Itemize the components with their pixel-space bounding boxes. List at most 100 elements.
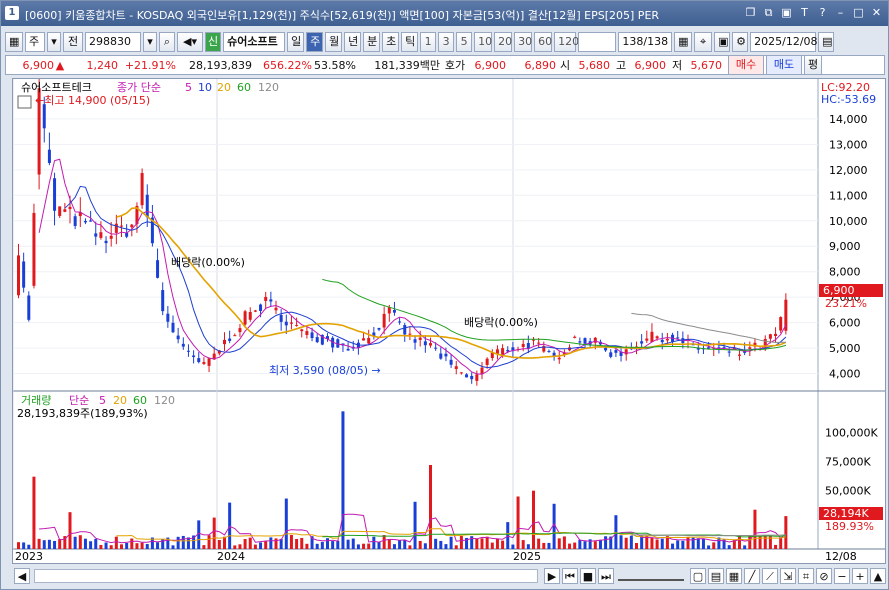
chart-area[interactable]: 14,000 13,000 12,000 11,000 10,000 9,000 8,000… bbox=[12, 67, 886, 564]
candle bbox=[532, 339, 535, 341]
candle bbox=[768, 334, 772, 339]
tab-month[interactable]: 월 bbox=[325, 32, 343, 52]
period-dropdown-icon[interactable]: ▾ bbox=[47, 32, 61, 52]
scroll-right-icon[interactable]: ▶ bbox=[544, 568, 560, 584]
lock-icon[interactable]: ▣ bbox=[779, 5, 794, 20]
volume-ratio: 656.22% bbox=[263, 58, 312, 72]
stop-icon[interactable]: ■ bbox=[580, 568, 596, 584]
ma60-label: 60 bbox=[237, 81, 251, 94]
tab-minute[interactable]: 분 bbox=[363, 32, 381, 52]
volume-bar bbox=[681, 540, 685, 549]
volume-bar bbox=[408, 545, 412, 549]
sell-button[interactable]: 매도 bbox=[766, 55, 802, 75]
crosshair-icon[interactable]: ⌖ bbox=[694, 32, 713, 52]
volume-bar bbox=[99, 544, 103, 549]
interval-120[interactable]: 120 bbox=[554, 32, 579, 52]
scroll-left-icon[interactable]: ◀ bbox=[14, 568, 30, 584]
minimize-icon[interactable]: – bbox=[833, 5, 848, 20]
interval-20[interactable]: 20 bbox=[494, 32, 513, 52]
buy-button[interactable]: 매수 bbox=[728, 55, 764, 75]
eval-button[interactable]: 평 bbox=[804, 55, 822, 75]
volume-bar bbox=[676, 540, 680, 549]
tab-day[interactable]: 일 bbox=[287, 32, 305, 52]
close-icon[interactable]: ✕ bbox=[869, 5, 884, 20]
candle bbox=[315, 337, 319, 343]
candle bbox=[73, 216, 77, 226]
volume-bar bbox=[27, 544, 31, 549]
draw-icon-1[interactable]: ▢ bbox=[690, 568, 706, 584]
zoom-slider[interactable] bbox=[618, 571, 684, 581]
grid-icon[interactable]: ▦ bbox=[674, 32, 693, 52]
expand-icon[interactable]: ▲ bbox=[870, 568, 886, 584]
period-select[interactable]: 주 bbox=[25, 32, 45, 52]
volume-bar bbox=[238, 544, 242, 549]
draw-icon-5[interactable]: ⟋ bbox=[762, 568, 778, 584]
candle bbox=[176, 335, 180, 340]
interval-5[interactable]: 5 bbox=[456, 32, 473, 52]
prev-button[interactable]: 전 bbox=[63, 32, 83, 52]
candle bbox=[99, 232, 103, 238]
volume-bar bbox=[501, 540, 505, 549]
candle bbox=[449, 359, 453, 365]
help-icon[interactable]: ? bbox=[815, 5, 830, 20]
code-dropdown-icon[interactable]: ▾ bbox=[143, 32, 157, 52]
volume-bar bbox=[774, 544, 778, 549]
volume-bar bbox=[68, 512, 72, 549]
last-volume: 28,194K bbox=[823, 507, 869, 520]
draw-icon-2[interactable]: ▤ bbox=[708, 568, 724, 584]
volume-bar bbox=[660, 538, 664, 549]
price-volume-chart[interactable]: 14,000 13,000 12,000 11,000 10,000 9,000 8,000… bbox=[12, 67, 885, 563]
legend-series: 종가 단순 bbox=[117, 81, 161, 94]
calendar-icon[interactable]: ▤ bbox=[818, 32, 835, 52]
volume-bar bbox=[444, 544, 448, 549]
candle bbox=[94, 233, 98, 237]
volume-bar bbox=[753, 509, 757, 549]
tab-tick[interactable]: 틱 bbox=[401, 32, 419, 52]
zoom-out-icon[interactable]: − bbox=[834, 568, 850, 584]
copy-icon[interactable]: ⧉ bbox=[761, 5, 776, 20]
table-icon[interactable] bbox=[17, 95, 32, 109]
font-icon[interactable]: T bbox=[797, 5, 812, 20]
volume-bar bbox=[784, 516, 788, 549]
volume-legend-series: 단순 bbox=[69, 394, 89, 407]
draw-icon-7[interactable]: ⌗ bbox=[798, 568, 814, 584]
volume-bar bbox=[259, 542, 263, 549]
interval-30[interactable]: 30 bbox=[514, 32, 533, 52]
draw-icon-8[interactable]: ⊘ bbox=[816, 568, 832, 584]
interval-60[interactable]: 60 bbox=[534, 32, 553, 52]
draw-icon-3[interactable]: ▦ bbox=[726, 568, 742, 584]
date-input[interactable]: 2025/12/08 bbox=[750, 32, 818, 52]
sound-icon[interactable]: ◀▾ bbox=[177, 32, 203, 52]
zoom-in-icon[interactable]: + bbox=[852, 568, 868, 584]
volume-bar bbox=[47, 539, 51, 549]
layout-icon[interactable]: ▦ bbox=[5, 32, 23, 52]
tab-year[interactable]: 년 bbox=[344, 32, 362, 52]
code-input[interactable]: 298830 bbox=[85, 32, 141, 52]
search-icon[interactable]: ⌕ bbox=[159, 32, 175, 52]
volume-bar bbox=[22, 542, 26, 549]
custom-interval[interactable] bbox=[578, 32, 617, 52]
draw-icon-4[interactable]: ╱ bbox=[744, 568, 760, 584]
vma120-label: 120 bbox=[154, 394, 175, 407]
interval-1[interactable]: 1 bbox=[420, 32, 437, 52]
candle bbox=[660, 339, 664, 343]
stock-name: 슈어소프트 bbox=[223, 32, 286, 52]
window-index[interactable]: 1 bbox=[5, 6, 19, 20]
restore-icon[interactable]: ❐ bbox=[743, 5, 758, 20]
maximize-icon[interactable]: □ bbox=[851, 5, 866, 20]
last-icon[interactable]: ⏭ bbox=[598, 568, 614, 584]
interval-10[interactable]: 10 bbox=[474, 32, 493, 52]
volume-tick-label: 50,000K bbox=[825, 485, 871, 498]
candle bbox=[104, 240, 108, 244]
scroll-track[interactable] bbox=[34, 569, 538, 583]
interval-3[interactable]: 3 bbox=[438, 32, 455, 52]
volume-bar bbox=[779, 537, 783, 549]
volume-bar bbox=[207, 535, 211, 549]
tab-week[interactable]: 주 bbox=[306, 32, 324, 52]
gear-icon[interactable]: ⚙ bbox=[732, 32, 749, 52]
volume-bar bbox=[578, 539, 582, 549]
tab-second[interactable]: 초 bbox=[382, 32, 400, 52]
save-icon[interactable]: ▣ bbox=[714, 32, 731, 52]
first-icon[interactable]: ⏮ bbox=[562, 568, 578, 584]
draw-icon-6[interactable]: ⇲ bbox=[780, 568, 796, 584]
